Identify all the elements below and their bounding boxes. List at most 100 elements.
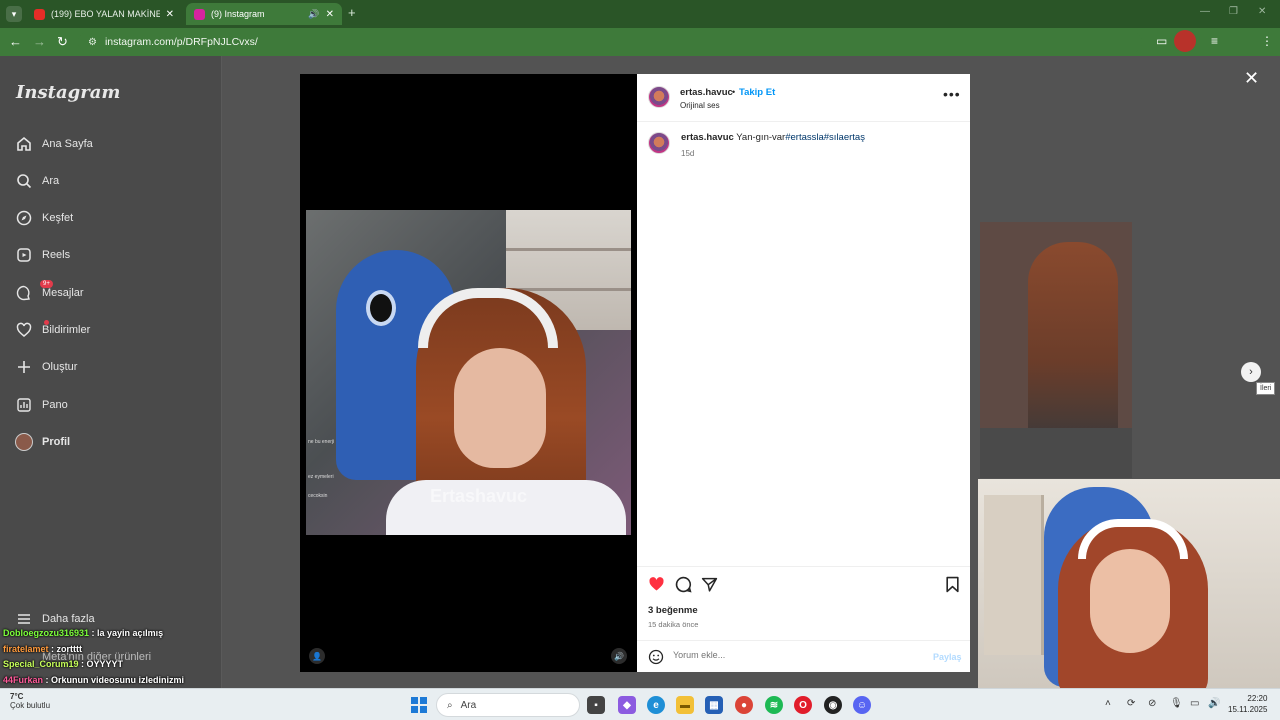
close-tab-icon[interactable]: ✕ [326, 9, 334, 20]
comment-icon[interactable] [674, 575, 692, 593]
extension-icon[interactable] [1174, 30, 1196, 52]
video-watermark: Ertashavuc [430, 486, 528, 506]
search-icon: ⌕ [447, 699, 453, 711]
sidebar-item-label: Mesajlar [42, 287, 84, 299]
weather-desc: Çok bulutlu [10, 701, 51, 710]
network-off-icon[interactable]: ⊘ [1148, 698, 1156, 709]
instagram-logo[interactable]: Instagram [16, 82, 120, 103]
display-icon[interactable]: ▭ [1190, 698, 1199, 709]
chat-text: la yayin açılmış [97, 628, 164, 638]
tab-youtube[interactable]: (199) EBO YALAN MAKİNESİNDE ✕ [26, 3, 182, 25]
taskbar-search[interactable]: ⌕ Ara [436, 693, 580, 717]
sidebar-item-label: Pano [42, 399, 68, 411]
weather-widget[interactable]: 7°C Çok bulutlu [10, 692, 50, 710]
screen: ▾ (199) EBO YALAN MAKİNESİNDE ✕ (9) Inst… [0, 0, 1280, 720]
sidebar: Instagram Ana Sayfa Ara Keşfet Reels 9+ … [0, 56, 222, 688]
forward-icon[interactable]: → [33, 34, 46, 49]
volume-icon[interactable]: 🔊 [1208, 698, 1220, 709]
follow-button[interactable]: Takip Et [739, 87, 775, 98]
speaker-icon[interactable]: 🔊 [308, 9, 319, 20]
share-icon[interactable] [700, 575, 718, 593]
messages-badge: 9+ [40, 280, 53, 288]
audio-label[interactable]: Orijinal ses [680, 101, 720, 110]
messenger-icon [14, 283, 34, 303]
edge-icon[interactable]: e [647, 696, 665, 714]
tab-instagram[interactable]: (9) Instagram 🔊 ✕ [186, 3, 342, 25]
author-avatar[interactable] [648, 86, 670, 108]
reading-list-icon[interactable]: ≡ [1211, 34, 1218, 48]
caption-username[interactable]: ertas.havuc [681, 132, 734, 143]
sidebar-item-profile[interactable]: Profil [14, 431, 70, 453]
opera-icon[interactable]: O [794, 696, 812, 714]
heart-icon [14, 320, 34, 340]
sidebar-item-explore[interactable]: Keşfet [14, 207, 73, 229]
site-info-icon[interactable]: ⚙ [88, 37, 97, 48]
like-icon[interactable] [647, 575, 665, 593]
url-field[interactable]: ⚙ instagram.com/p/DRFpNJLCvxs/ [78, 31, 1142, 53]
file-explorer-icon[interactable]: ▬ [676, 696, 694, 714]
windows-start-icon[interactable] [411, 697, 427, 713]
post-time: 15 dakika önce [648, 620, 699, 629]
post-comment-button[interactable]: Paylaş [933, 652, 962, 662]
system-clock[interactable]: 22:20 15.11.2025 [1228, 693, 1267, 715]
video-frame[interactable]: Ertashavuc ne bu enerji ez eymeleri ceco… [306, 210, 631, 535]
back-icon[interactable]: ← [9, 34, 22, 49]
sidebar-item-reels[interactable]: Reels [14, 244, 70, 266]
chrome-icon[interactable]: ● [735, 696, 753, 714]
sidebar-item-label: Keşfet [42, 212, 74, 224]
weather-temp: 7°C [10, 692, 24, 701]
more-options-icon[interactable]: ••• [943, 86, 961, 102]
tab-search-icon[interactable]: ▾ [6, 6, 22, 22]
sidebar-item-home[interactable]: Ana Sayfa [14, 133, 93, 155]
store-icon[interactable]: ▦ [705, 696, 723, 714]
sidebar-item-create[interactable]: Oluştur [14, 356, 77, 378]
copilot-icon[interactable]: ◆ [618, 696, 636, 714]
comment-input[interactable] [673, 650, 913, 660]
sidebar-item-label: Bildirimler [42, 324, 91, 336]
sidebar-item-messages[interactable]: 9+ Mesajlar [14, 280, 84, 304]
author-username[interactable]: ertas.havuc [680, 87, 733, 98]
address-bar-row: ← → ↻ ⚙ instagram.com/p/DRFpNJLCvxs/ ▭ ≡… [0, 28, 1280, 77]
post-caption: ertas.havuc Yan-gın-var#ertassla#sılaert… [681, 132, 865, 143]
obs-icon[interactable]: ◉ [824, 696, 842, 714]
caption-hashtags[interactable]: #ertassla#sılaertaş [785, 132, 865, 143]
cast-icon[interactable]: ▭ [1156, 34, 1167, 48]
chat-username: firatelamet [3, 643, 49, 654]
chat-text: OYYYYT [86, 659, 124, 669]
post-media[interactable]: Ertashavuc ne bu enerji ez eymeleri ceco… [300, 74, 637, 672]
discord-icon[interactable]: ☺ [853, 696, 871, 714]
emoji-icon[interactable] [648, 649, 664, 670]
tab-title: (9) Instagram [211, 9, 265, 19]
mute-icon[interactable]: 🔊 [611, 648, 627, 664]
minimize-icon[interactable]: — [1200, 6, 1210, 17]
microphone-icon[interactable]: 🎙 [1170, 698, 1183, 709]
menu-icon[interactable]: ⋮ [1261, 34, 1273, 48]
chat-text: zortttt [56, 643, 83, 654]
post-panel: ertas.havuc • Takip Et Orijinal ses ••• … [637, 74, 970, 672]
sidebar-item-dashboard[interactable]: Pano [14, 394, 68, 416]
user-tag-icon[interactable]: 👤 [309, 648, 325, 664]
reload-icon[interactable]: ↻ [57, 34, 68, 50]
sidebar-item-label: Daha fazla [42, 613, 95, 625]
bookmark-icon[interactable] [943, 575, 961, 593]
close-window-icon[interactable]: ✕ [1258, 6, 1266, 17]
restore-icon[interactable]: ❐ [1229, 6, 1238, 17]
chevron-up-icon[interactable]: ˄ [1105, 698, 1111, 709]
chat-username: 44Furkan [3, 674, 44, 685]
new-tab-button[interactable]: + [348, 5, 356, 20]
sidebar-item-notifications[interactable]: Bildirimler [14, 319, 90, 341]
sync-icon[interactable]: ⟳ [1127, 698, 1135, 709]
close-tab-icon[interactable]: ✕ [166, 9, 174, 20]
next-post-button[interactable]: › [1241, 362, 1261, 382]
post-header: ertas.havuc • Takip Et Orijinal ses ••• [637, 74, 970, 122]
sidebar-item-label: Profil [42, 436, 71, 448]
tab-title: (199) EBO YALAN MAKİNESİNDE [51, 9, 160, 19]
likes-count[interactable]: 3 beğenme [648, 605, 698, 616]
chat-username: Special_Corum19 [3, 659, 79, 669]
spotify-icon[interactable]: ≋ [765, 696, 783, 714]
caption-avatar[interactable] [648, 132, 670, 154]
reels-icon [14, 245, 34, 265]
sidebar-item-search[interactable]: Ara [14, 170, 59, 192]
task-view-icon[interactable]: ▪ [587, 696, 605, 714]
close-icon[interactable]: ✕ [1244, 68, 1259, 89]
